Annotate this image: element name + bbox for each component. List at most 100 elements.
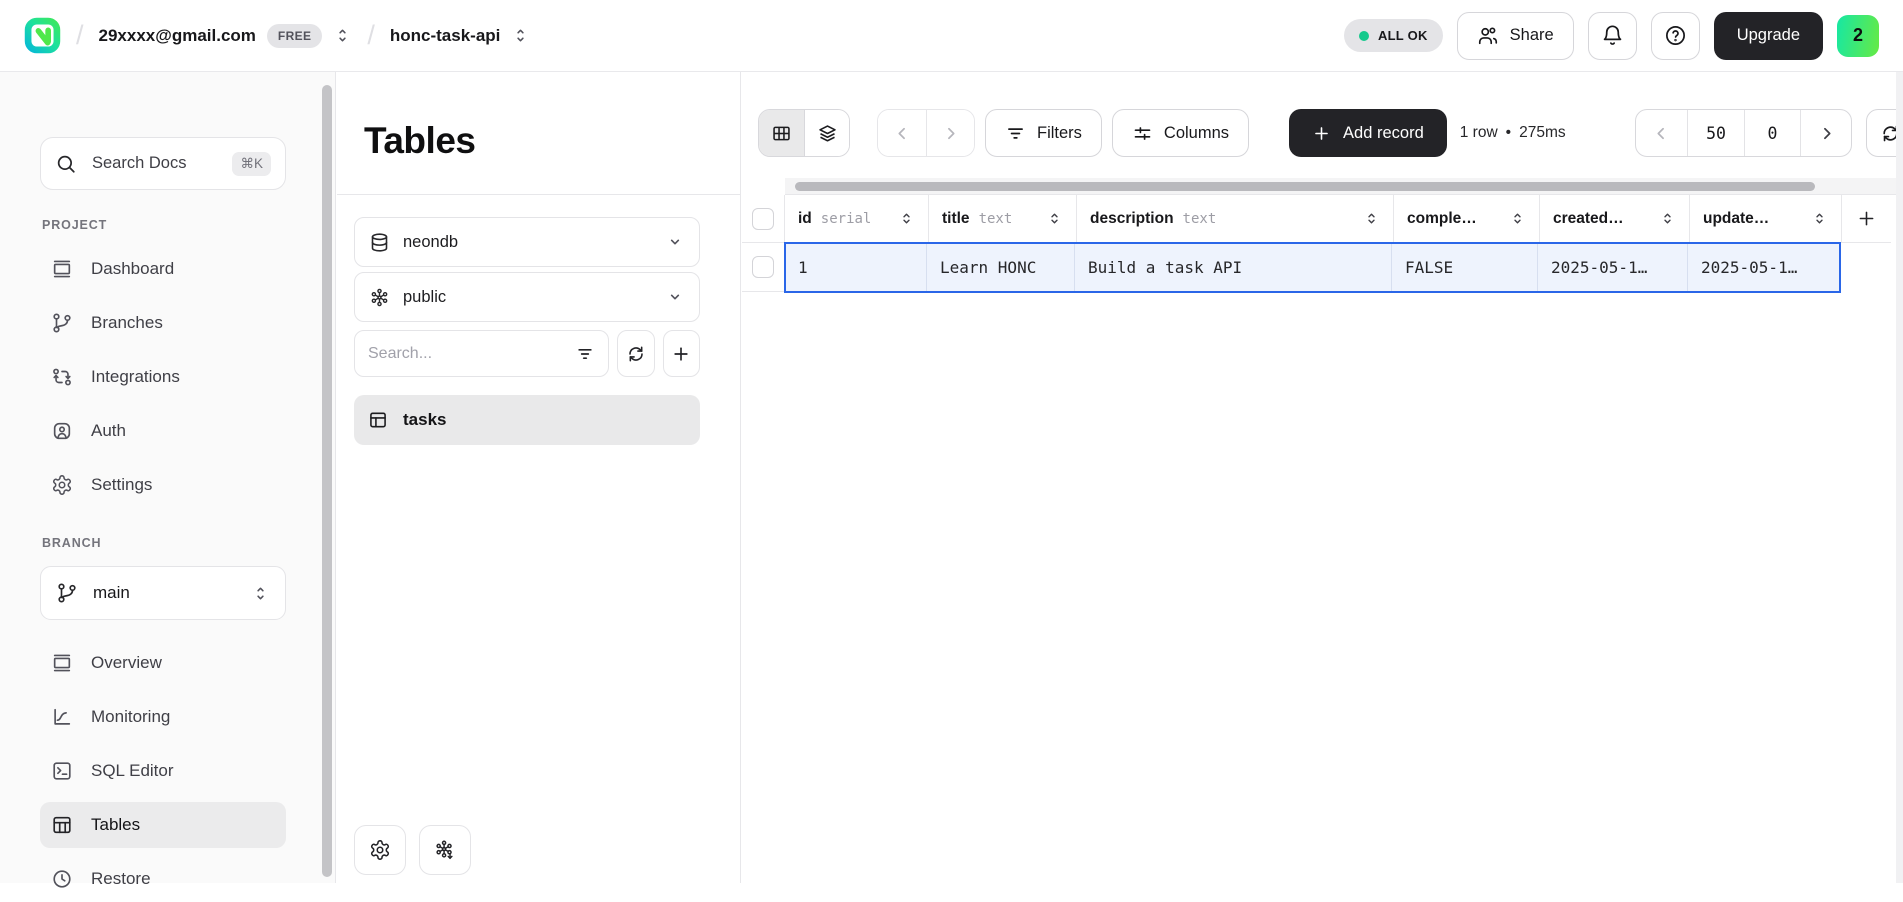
database-name: neondb	[403, 233, 458, 252]
sidebar-scrollbar[interactable]	[322, 85, 332, 877]
users-icon	[1477, 25, 1499, 47]
sidebar-item-label: Dashboard	[91, 259, 174, 279]
tables-icon	[51, 814, 73, 836]
page-offset-input[interactable]: 0	[1744, 110, 1800, 156]
table-icon	[368, 410, 388, 430]
column-type: text	[1183, 211, 1217, 227]
refresh-tables-button[interactable]	[617, 330, 655, 377]
sidebar-item-dashboard[interactable]: Dashboard	[40, 246, 286, 292]
add-record-button[interactable]: Add record	[1289, 109, 1447, 157]
schema-selector[interactable]: public	[354, 272, 700, 322]
table-search-input[interactable]	[368, 345, 575, 363]
column-header-updated[interactable]: update…	[1690, 195, 1842, 243]
forward-button[interactable]	[926, 110, 974, 156]
back-button[interactable]	[878, 110, 926, 156]
overview-icon	[51, 652, 73, 674]
cell-id[interactable]: 1	[785, 243, 927, 292]
sidebar-item-sql-editor[interactable]: SQL Editor	[40, 748, 286, 794]
database-selector[interactable]: neondb	[354, 217, 700, 267]
column-name: description	[1090, 210, 1174, 228]
schema-name: public	[403, 288, 446, 307]
pagination: 50 0	[1635, 109, 1852, 157]
page-prev-button[interactable]	[1636, 110, 1687, 156]
filters-label: Filters	[1037, 124, 1082, 143]
search-docs-input[interactable]: Search Docs ⌘K	[40, 137, 286, 190]
filters-button[interactable]: Filters	[985, 109, 1102, 157]
vertical-scrollbar-track	[1896, 72, 1903, 883]
cell-description[interactable]: Build a task API	[1075, 243, 1392, 292]
sidebar-item-overview[interactable]: Overview	[40, 640, 286, 686]
panel-settings-button[interactable]	[354, 825, 406, 875]
chevron-left-icon	[1652, 124, 1671, 143]
table-header-row: id serial title text description text co…	[742, 195, 1903, 243]
monitoring-icon	[51, 706, 73, 728]
history-nav	[877, 109, 975, 157]
cell-title[interactable]: Learn HONC	[927, 243, 1075, 292]
page-next-button[interactable]	[1800, 110, 1851, 156]
row-count: 1 row	[1460, 124, 1498, 142]
notification-count: 2	[1853, 25, 1863, 46]
sidebar-item-label: Auth	[91, 421, 126, 441]
share-label: Share	[1510, 26, 1554, 45]
sidebar-item-integrations[interactable]: Integrations	[40, 354, 286, 400]
table-name: tasks	[403, 410, 446, 430]
sidebar-item-label: SQL Editor	[91, 761, 174, 781]
columns-label: Columns	[1164, 124, 1229, 143]
page-size-input[interactable]: 50	[1687, 110, 1744, 156]
horizontal-scrollbar-thumb[interactable]	[795, 182, 1815, 191]
add-table-button[interactable]	[663, 330, 701, 377]
notifications-button[interactable]	[1588, 12, 1637, 60]
cell-updated[interactable]: 2025-05-1…	[1688, 243, 1840, 292]
column-name: created…	[1553, 210, 1624, 228]
sidebar-item-monitoring[interactable]: Monitoring	[40, 694, 286, 740]
table-row: 1 Learn HONC Build a task API FALSE 2025…	[742, 243, 1903, 292]
cell-created[interactable]: 2025-05-1…	[1538, 243, 1688, 292]
table-editor: Filters Columns Add record 1 row • 275ms…	[742, 72, 1903, 883]
column-header-completed[interactable]: comple…	[1394, 195, 1540, 243]
sidebar-item-branches[interactable]: Branches	[40, 300, 286, 346]
schema-icon	[369, 287, 390, 308]
search-docs-placeholder: Search Docs	[92, 154, 186, 173]
help-button[interactable]	[1651, 12, 1700, 60]
column-header-created[interactable]: created…	[1540, 195, 1690, 243]
sort-icon	[898, 210, 915, 227]
schema-download-icon	[434, 839, 456, 861]
branch-selector[interactable]: main	[40, 566, 286, 620]
search-icon	[55, 153, 77, 175]
add-column-button[interactable]	[1842, 195, 1891, 243]
notification-count-badge[interactable]: 2	[1837, 15, 1879, 57]
columns-button[interactable]: Columns	[1112, 109, 1249, 157]
row-select-cell	[742, 243, 785, 292]
select-all-checkbox[interactable]	[752, 208, 774, 230]
sidebar-item-tables[interactable]: Tables	[40, 802, 286, 848]
status-badge[interactable]: ALL OK	[1344, 19, 1443, 52]
share-button[interactable]: Share	[1457, 12, 1574, 60]
restore-icon	[51, 868, 73, 890]
select-all-cell	[742, 195, 785, 243]
branch-selected: main	[93, 583, 130, 603]
sidebar-item-label: Restore	[91, 869, 151, 889]
bullet-separator: •	[1506, 124, 1511, 142]
sidebar-item-auth[interactable]: Auth	[40, 408, 286, 454]
column-header-title[interactable]: title text	[929, 195, 1077, 243]
column-name: id	[798, 210, 812, 228]
sidebar-item-label: Monitoring	[91, 707, 170, 727]
sidebar-item-restore[interactable]: Restore	[40, 856, 286, 902]
export-schema-button[interactable]	[419, 825, 471, 875]
sidebar-item-settings[interactable]: Settings	[40, 462, 286, 508]
column-header-id[interactable]: id serial	[785, 195, 929, 243]
breadcrumb-project[interactable]: honc-task-api	[390, 26, 531, 46]
schema-view-button[interactable]	[804, 110, 849, 156]
sliders-icon	[1132, 123, 1153, 144]
column-header-description[interactable]: description text	[1077, 195, 1394, 243]
row-checkbox[interactable]	[752, 256, 774, 278]
project-section-label: PROJECT	[42, 218, 335, 232]
upgrade-button[interactable]: Upgrade	[1714, 12, 1823, 60]
cell-completed[interactable]: FALSE	[1392, 243, 1538, 292]
grid-view-button[interactable]	[759, 110, 804, 156]
table-list-item-tasks[interactable]: tasks	[354, 395, 700, 445]
grid-view-icon	[771, 123, 792, 144]
upgrade-label: Upgrade	[1737, 26, 1800, 44]
breadcrumb-account[interactable]: 29xxxx@gmail.com FREE	[99, 24, 353, 48]
neon-logo[interactable]	[24, 17, 61, 54]
